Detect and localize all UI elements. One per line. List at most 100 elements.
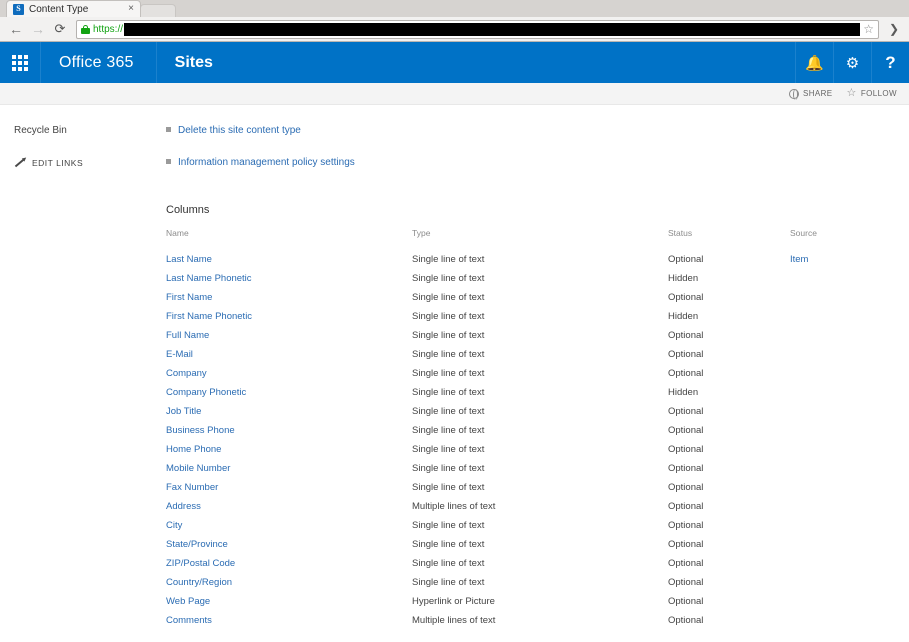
table-row: Business Phone Single line of text Optiona… [166,420,889,439]
column-name-link[interactable]: Full Name [166,325,412,343]
edit-links-button[interactable]: EDIT LINKS [14,158,166,168]
page-body: Recycle Bin EDIT LINKS Delete this site … [0,105,909,642]
columns-section-title: Columns [166,204,210,216]
help-question-icon[interactable]: ? [871,42,909,83]
star-icon[interactable]: ☆ [863,22,874,36]
table-row: ZIP/Postal Code Single line of text Option… [166,553,889,572]
sidebar-item-recycle-bin[interactable]: Recycle Bin [14,125,166,136]
back-arrow-icon[interactable]: ← [6,19,26,39]
column-name-link[interactable]: Fax Number [166,477,412,495]
column-name-label: Web Page [166,596,211,607]
column-type-value: Single line of text [412,463,485,474]
column-type-value: Single line of text [412,349,485,360]
app-launcher-waffle-icon[interactable] [0,42,41,83]
table-row: Home Phone Single line of text Optional [166,439,889,458]
reload-icon[interactable]: ⟳ [50,19,70,39]
column-name-link[interactable]: Address [166,496,412,514]
browser-tab-title: Content Type [29,3,89,15]
column-status-value: Optional [668,425,704,436]
column-status-value: Optional [668,577,704,588]
column-header-name: Name [166,228,189,238]
browser-tab-content-type[interactable]: S Content Type × [6,0,141,17]
column-status-value: Optional [668,501,704,512]
table-row: Last Name Phonetic Single line of text Hid… [166,268,889,287]
notifications-bell-icon[interactable]: 🔔 [795,42,833,83]
column-name-link[interactable]: Home Phone [166,439,412,457]
table-row: Comments Multiple lines of text Optional [166,610,889,629]
column-status-value: Optional [668,463,704,474]
column-name-link[interactable]: Job Title [166,401,412,419]
favicon-letter: S [16,4,21,13]
settings-gear-icon[interactable]: ⚙ [833,42,871,83]
follow-button[interactable]: ☆ FOLLOW [847,88,897,99]
columns-table-body: Last Name Single line of text Optional Item… [166,249,889,629]
pencil-icon [14,158,25,168]
column-name-label: Last Name Phonetic [166,273,252,284]
forward-arrow-icon[interactable]: → [28,19,48,39]
table-row: Fax Number Single line of text Optional [166,477,889,496]
office365-brand[interactable]: Office 365 [41,42,157,83]
url-scheme: https:// [93,23,124,35]
column-name-link[interactable]: ZIP/Postal Code [166,553,412,571]
column-name-link[interactable]: Business Phone [166,420,412,438]
share-globe-icon [788,88,799,100]
table-row: Last Name Single line of text Optional Item [166,249,889,268]
column-name-link[interactable]: Mobile Number [166,458,412,476]
column-name-link[interactable]: State/Province [166,534,412,552]
address-bar[interactable]: https:// ☆ [76,19,879,39]
column-type-value: Single line of text [412,273,485,284]
column-status-value: Optional [668,406,704,417]
column-name-label: Address [166,501,201,512]
office365-suite-bar: Office 365 Sites 🔔 ⚙ ? [0,42,909,83]
column-name-label: First Name Phonetic [166,311,253,322]
column-status-value: Hidden [668,387,699,398]
column-name-link[interactable]: Last Name [166,249,412,267]
column-name-label: State/Province [166,539,228,550]
new-tab-button[interactable] [140,4,176,17]
column-name-link[interactable]: First Name [166,287,412,305]
column-name-link[interactable]: First Name Phonetic [166,306,412,324]
column-name-link[interactable]: Web Page [166,591,412,609]
main-content: Delete this site content type Informatio… [166,105,909,642]
column-type-value: Single line of text [412,254,485,265]
site-title-sites[interactable]: Sites [157,42,231,83]
column-name-link[interactable]: Comments [166,610,412,628]
column-name-label: Full Name [166,330,210,341]
column-type-value: Single line of text [412,292,485,303]
column-name-label: Comments [166,615,212,626]
column-status-value: Optional [668,558,704,569]
browser-menu-icon[interactable]: ❯ [885,19,903,39]
column-type-value: Multiple lines of text [412,615,496,626]
column-source-cell[interactable]: Item [790,249,889,267]
table-row: State/Province Single line of text Optiona… [166,534,889,553]
column-type-value: Single line of text [412,330,485,341]
delete-site-content-type-link[interactable]: Delete this site content type [166,125,889,136]
column-status-value: Hidden [668,273,699,284]
share-label: SHARE [802,89,833,98]
column-type-value: Single line of text [412,539,485,550]
url-redacted-bar [124,22,861,36]
sharepoint-favicon: S [13,3,24,15]
column-status-value: Optional [668,520,704,531]
column-type-value: Single line of text [412,387,485,398]
column-name-link[interactable]: Last Name Phonetic [166,268,412,286]
follow-label: FOLLOW [860,89,897,98]
column-name-label: Job Title [166,406,202,417]
information-management-policy-settings-label: Information management policy settings [178,157,355,168]
information-management-policy-settings-link[interactable]: Information management policy settings [166,157,889,168]
column-name-link[interactable]: Company [166,363,412,381]
table-row: Company Single line of text Optional [166,363,889,382]
column-name-link[interactable]: Company Phonetic [166,382,412,400]
column-name-link[interactable]: Country/Region [166,572,412,590]
column-status-value: Optional [668,596,704,607]
column-name-link[interactable]: City [166,515,412,533]
column-name-link[interactable]: E-Mail [166,344,412,362]
column-type-value: Multiple lines of text [412,501,496,512]
share-button[interactable]: SHARE [788,88,833,100]
column-source-link: Item [790,254,809,265]
page-action-bar: SHARE ☆ FOLLOW [0,83,909,105]
table-row: Company Phonetic Single line of text Hidde… [166,382,889,401]
column-name-label: Mobile Number [166,463,231,474]
close-icon[interactable]: × [126,4,136,14]
table-row: Web Page Hyperlink or Picture Optional [166,591,889,610]
